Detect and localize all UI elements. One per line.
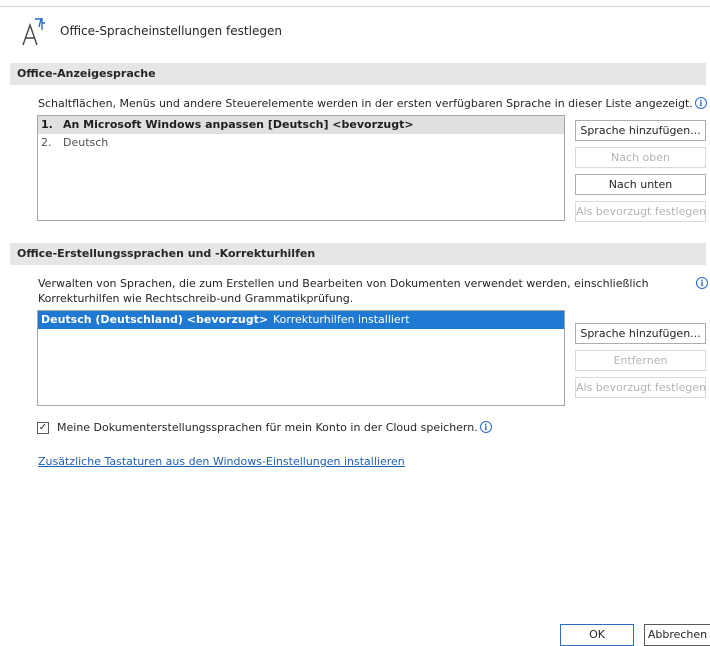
ok-button[interactable]: OK <box>560 624 634 646</box>
display-language-header: Office-Anzeigesprache <box>10 63 706 85</box>
install-keyboards-link[interactable]: Zusätzliche Tastaturen aus den Windows-E… <box>38 455 405 468</box>
dialog-title: Office-Spracheinstellungen festlegen <box>60 24 282 38</box>
display-language-list[interactable]: 1. An Microsoft Windows anpassen [Deutsch… <box>37 115 565 221</box>
set-preferred-authoring-button[interactable]: Als bevorzugt festlegen <box>575 377 706 398</box>
display-language-description-text: Schaltflächen, Menüs und andere Steuerel… <box>38 97 693 110</box>
authoring-language-list[interactable]: Deutsch (Deutschland) <bevorzugt> Korrekt… <box>37 310 565 406</box>
remove-button[interactable]: Entfernen <box>575 350 706 371</box>
dialog-header: Office-Spracheinstellungen festlegen <box>20 14 282 48</box>
set-preferred-display-button[interactable]: Als bevorzugt festlegen <box>575 201 706 222</box>
authoring-language-header: Office-Erstellungssprachen und -Korrektu… <box>10 243 706 265</box>
cloud-save-label: Meine Dokumenterstellungssprachen für me… <box>57 421 492 434</box>
list-item[interactable]: Deutsch (Deutschland) <bevorzugt> Korrekt… <box>38 311 564 329</box>
info-icon[interactable]: i <box>479 421 492 433</box>
list-item-number: 2. <box>41 136 52 149</box>
authoring-language-description: Verwalten von Sprachen, die zum Erstelle… <box>38 276 649 306</box>
list-item[interactable]: 1. An Microsoft Windows anpassen [Deutsch… <box>38 116 564 134</box>
move-up-button[interactable]: Nach oben <box>575 147 706 168</box>
list-item-label: Deutsch (Deutschland) <bevorzugt> <box>41 313 269 326</box>
move-down-button[interactable]: Nach unten <box>575 174 706 195</box>
list-item-label: Deutsch <box>63 136 109 149</box>
cloud-save-checkbox[interactable]: ✓ <box>37 422 49 434</box>
cancel-button[interactable]: Abbrechen <box>644 624 710 646</box>
add-display-language-button[interactable]: Sprache hinzufügen... <box>575 120 706 141</box>
list-item-label: An Microsoft Windows anpassen [Deutsch] … <box>63 118 414 131</box>
list-item-number: 1. <box>41 118 53 131</box>
add-authoring-language-button[interactable]: Sprache hinzufügen... <box>575 323 706 344</box>
cloud-save-label-text: Meine Dokumenterstellungssprachen für me… <box>57 421 478 434</box>
language-icon <box>22 18 45 46</box>
display-language-description: Schaltflächen, Menüs und andere Steuerel… <box>38 96 707 111</box>
list-item-status: Korrekturhilfen installiert <box>273 313 410 326</box>
top-divider <box>0 6 710 7</box>
info-icon[interactable]: i <box>694 97 707 109</box>
authoring-description-line2: Korrekturhilfen wie Rechtschreib-und Gra… <box>38 292 354 305</box>
info-icon[interactable]: i <box>696 277 708 289</box>
authoring-description-line1: Verwalten von Sprachen, die zum Erstelle… <box>38 277 649 290</box>
list-item[interactable]: 2. Deutsch <box>38 134 564 152</box>
